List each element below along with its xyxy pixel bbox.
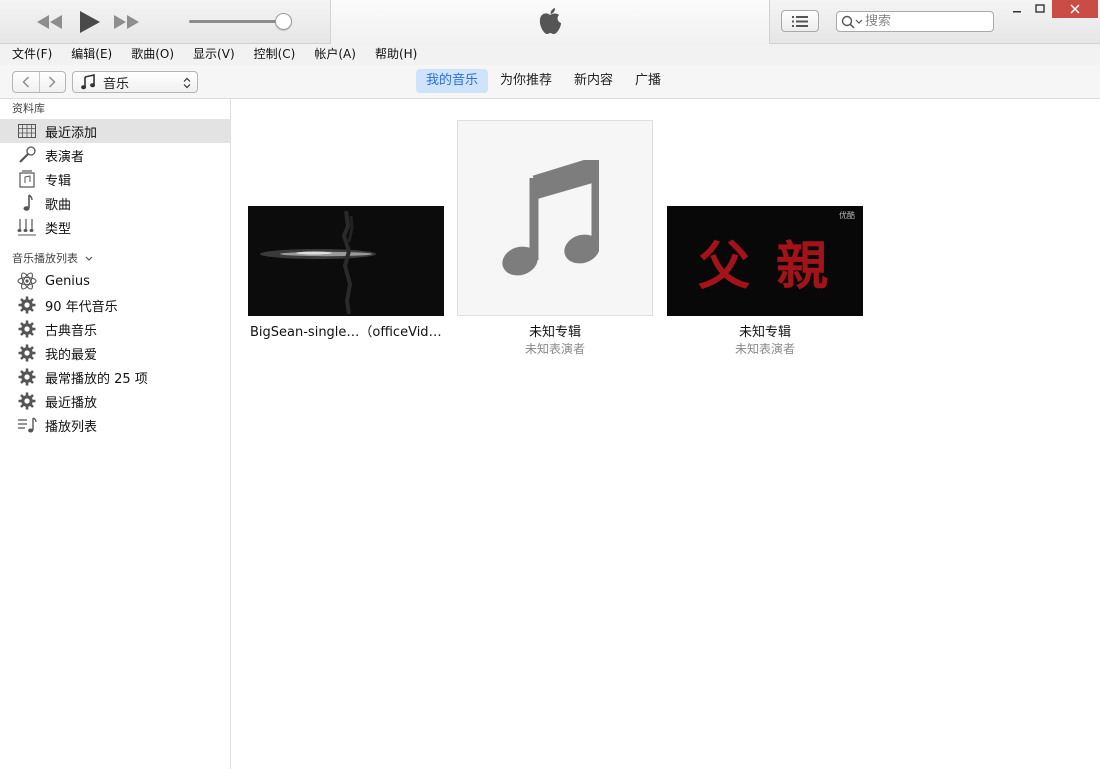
- apple-logo-icon: [539, 8, 561, 35]
- play-button[interactable]: [75, 8, 103, 36]
- menu-bar: 文件(F) 编辑(E) 歌曲(O) 显示(V) 控制(C) 帐户(A) 帮助(H…: [0, 44, 1100, 65]
- music-note-icon: [17, 193, 37, 213]
- album-artist-3[interactable]: 未知表演者: [667, 340, 863, 357]
- sidebar-item-label: 最常播放的 25 项: [45, 371, 148, 387]
- sidebar-item-top-25[interactable]: 最常播放的 25 项: [0, 365, 230, 389]
- cover-calligraphy-text: 父 親: [697, 236, 833, 297]
- close-button[interactable]: [1052, 0, 1098, 18]
- album-artist-2[interactable]: 未知表演者: [457, 340, 653, 357]
- sidebar-item-label: 表演者: [45, 149, 85, 165]
- cover-watermark: 优酷: [839, 211, 855, 220]
- sidebar: 资料库 最近添加 表演者 专辑 歌曲 类型 音乐播放列表 Genius 90 年…: [0, 99, 231, 769]
- back-button[interactable]: [13, 72, 39, 92]
- album-title-2[interactable]: 未知专辑: [457, 321, 653, 340]
- fast-forward-icon: [114, 15, 139, 29]
- menu-edit[interactable]: 编辑(E): [59, 44, 119, 65]
- gear-icon: [17, 319, 37, 339]
- sidebar-item-label: Genius: [45, 273, 90, 289]
- gear-icon: [17, 295, 37, 315]
- menu-view[interactable]: 显示(V): [181, 44, 242, 65]
- music-note-icon: [81, 74, 95, 90]
- status-display: [330, 0, 770, 44]
- list-icon: [792, 15, 808, 27]
- minimize-icon: [1013, 11, 1021, 13]
- menu-song[interactable]: 歌曲(O): [119, 44, 181, 65]
- volume-knob[interactable]: [275, 13, 292, 30]
- sidebar-item-label: 专辑: [45, 173, 72, 189]
- album-grid: BigSean-single…（officeVide… 未知专辑 未知表演者 父…: [231, 99, 1100, 769]
- sidebar-item-classical[interactable]: 古典音乐: [0, 317, 230, 341]
- sidebar-item-label: 歌曲: [45, 197, 72, 213]
- sidebar-item-label: 类型: [45, 221, 72, 237]
- menu-account[interactable]: 帐户(A): [302, 44, 363, 65]
- sidebar-item-label: 最近播放: [45, 395, 98, 411]
- forward-button[interactable]: [38, 72, 66, 92]
- genre-icon: [17, 217, 37, 237]
- tab-for-you[interactable]: 为你推荐: [490, 69, 562, 93]
- play-icon: [80, 11, 100, 33]
- atom-icon: [17, 271, 37, 291]
- sidebar-item-label: 古典音乐: [45, 323, 98, 339]
- playlists-section-header[interactable]: 音乐播放列表: [0, 249, 230, 269]
- maximize-button[interactable]: [1026, 0, 1054, 18]
- grid-icon: [17, 121, 37, 141]
- view-tabs: 我的音乐 为你推荐 新内容 广播: [416, 69, 673, 93]
- album-cover-3[interactable]: 父 親 优酷: [667, 206, 863, 316]
- title-bar: [0, 0, 1100, 44]
- menu-file[interactable]: 文件(F): [0, 44, 59, 65]
- album-cover-1[interactable]: [248, 206, 444, 316]
- search-box[interactable]: [836, 11, 994, 32]
- sidebar-item-favorites[interactable]: 我的最爱: [0, 341, 230, 365]
- sidebar-item-songs[interactable]: 歌曲: [0, 191, 230, 215]
- tab-radio[interactable]: 广播: [625, 69, 671, 93]
- up-next-button[interactable]: [781, 10, 819, 32]
- sidebar-item-artists[interactable]: 表演者: [0, 143, 230, 167]
- menu-controls[interactable]: 控制(C): [242, 44, 303, 65]
- fast-forward-button[interactable]: [112, 8, 140, 36]
- gear-icon: [17, 343, 37, 363]
- updown-chevron-icon: [183, 77, 191, 89]
- sidebar-item-90s-music[interactable]: 90 年代音乐: [0, 293, 230, 317]
- media-type-label: 音乐: [103, 76, 130, 92]
- sidebar-item-playlist[interactable]: 播放列表: [0, 413, 230, 437]
- rewind-button[interactable]: [36, 8, 64, 36]
- video-frame-image: [248, 206, 444, 316]
- sidebar-item-genres[interactable]: 类型: [0, 215, 230, 239]
- history-nav: [12, 71, 66, 93]
- album-title-3[interactable]: 未知专辑: [667, 321, 863, 340]
- chevron-right-icon: [49, 76, 56, 88]
- gear-icon: [17, 391, 37, 411]
- maximize-icon: [1035, 4, 1045, 13]
- tab-my-music[interactable]: 我的音乐: [416, 69, 489, 93]
- rewind-icon: [37, 15, 62, 29]
- music-note-placeholder-icon: [502, 160, 599, 276]
- gear-icon: [17, 367, 37, 387]
- album-title-1[interactable]: BigSean-single…（officeVide…: [248, 321, 444, 340]
- sidebar-item-recently-played[interactable]: 最近播放: [0, 389, 230, 413]
- media-type-selector[interactable]: 音乐: [72, 71, 198, 93]
- sidebar-item-label: 播放列表: [45, 419, 98, 435]
- library-section-header: 资料库: [12, 102, 45, 115]
- playlist-icon: [17, 415, 37, 435]
- search-icon: [841, 15, 863, 29]
- chevron-left-icon: [22, 76, 29, 88]
- microphone-icon: [17, 145, 37, 165]
- close-icon: [1070, 4, 1080, 14]
- nav-bar: 音乐 我的音乐 为你推荐 新内容 广播: [0, 65, 1100, 99]
- album-cover-2[interactable]: [457, 120, 653, 316]
- chevron-down-icon: [85, 256, 92, 261]
- sidebar-item-label: 90 年代音乐: [45, 299, 118, 315]
- tab-new[interactable]: 新内容: [564, 69, 623, 93]
- volume-slider[interactable]: [189, 20, 285, 23]
- sidebar-item-label: 我的最爱: [45, 347, 98, 363]
- sidebar-item-albums[interactable]: 专辑: [0, 167, 230, 191]
- album-icon: [17, 169, 37, 189]
- search-input[interactable]: [863, 14, 983, 29]
- sidebar-item-genius[interactable]: Genius: [0, 269, 230, 293]
- sidebar-item-recently-added[interactable]: 最近添加: [0, 119, 230, 143]
- menu-help[interactable]: 帮助(H): [363, 44, 424, 65]
- sidebar-item-label: 最近添加: [45, 125, 98, 141]
